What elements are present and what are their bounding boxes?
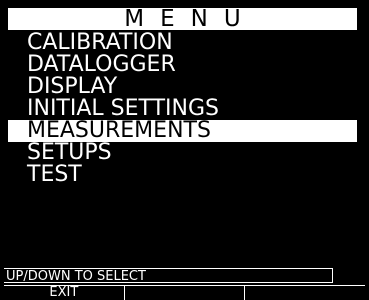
softkey-3[interactable] xyxy=(245,285,366,300)
menu-list: CALIBRATION DATALOGGER DISPLAY INITIAL S… xyxy=(0,32,369,186)
menu-title: MENU xyxy=(8,8,357,30)
softkey-2[interactable] xyxy=(124,285,246,300)
softkey-bar: EXIT xyxy=(4,285,366,300)
menu-item-setups[interactable]: SETUPS xyxy=(0,142,369,164)
status-hint: UP/DOWN TO SELECT xyxy=(4,268,333,283)
menu-item-measurements[interactable]: MEASUREMENTS xyxy=(8,120,357,142)
menu-item-calibration[interactable]: CALIBRATION xyxy=(0,32,369,54)
exit-softkey[interactable]: EXIT xyxy=(4,285,125,300)
menu-item-initial-settings[interactable]: INITIAL SETTINGS xyxy=(0,98,369,120)
menu-item-display[interactable]: DISPLAY xyxy=(0,76,369,98)
device-screen: MENU CALIBRATION DATALOGGER DISPLAY INIT… xyxy=(0,0,369,300)
menu-item-datalogger[interactable]: DATALOGGER xyxy=(0,54,369,76)
menu-item-test[interactable]: TEST xyxy=(0,164,369,186)
